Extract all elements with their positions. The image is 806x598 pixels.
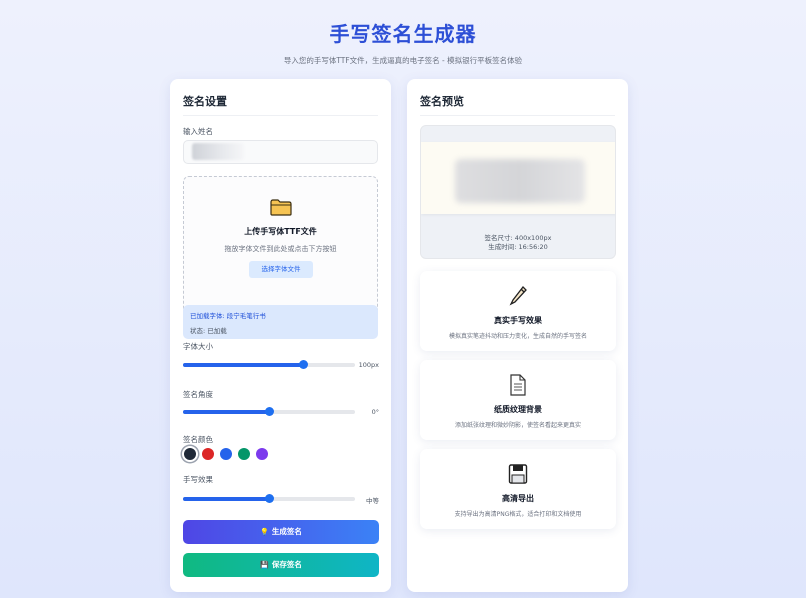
- choose-font-button[interactable]: 选择字体文件: [249, 261, 313, 278]
- slider-fill: [183, 410, 269, 414]
- signature-preview: 签名尺寸: 400x100px 生成时间: 16:56:20: [420, 125, 616, 259]
- angle-value: 0°: [371, 408, 379, 416]
- name-label: 输入姓名: [183, 127, 213, 136]
- generate-signature-button[interactable]: 💡 生成签名: [183, 520, 379, 544]
- slider-thumb[interactable]: [265, 407, 274, 416]
- color-swatch[interactable]: [256, 448, 268, 460]
- effect-label: 手写效果: [183, 475, 213, 484]
- bulb-icon: 💡: [260, 528, 269, 536]
- loaded-font-text: 已加载字体: 段宁毛笔行书: [190, 312, 266, 320]
- upload-title: 上传手写体TTF文件: [244, 227, 317, 236]
- preview-card: 签名预览 签名尺寸: 400x100px 生成时间: 16:56:20 真实手写…: [407, 79, 628, 592]
- color-label: 签名颜色: [183, 435, 213, 444]
- preview-meta: 签名尺寸: 400x100px 生成时间: 16:56:20: [421, 234, 615, 252]
- settings-title: 签名设置: [183, 95, 227, 108]
- document-icon: [510, 374, 526, 396]
- name-value-blurred: [192, 143, 244, 160]
- feature-title: 高清导出: [502, 494, 534, 503]
- font-size-label: 字体大小: [183, 342, 213, 351]
- feature-card-paper: 纸质纹理背景 添加纸张纹理和微妙阴影，使签名看起来更真实: [420, 360, 616, 440]
- save-label: 保存签名: [271, 560, 302, 569]
- angle-label: 签名角度: [183, 390, 213, 399]
- slider-thumb[interactable]: [299, 360, 309, 369]
- folder-icon: [270, 199, 292, 216]
- save-signature-button[interactable]: 💾 保存签名: [183, 553, 379, 577]
- generate-label: 生成签名: [271, 527, 302, 536]
- color-swatch[interactable]: [238, 448, 250, 460]
- font-size-slider[interactable]: [183, 360, 355, 369]
- page-subtitle: 导入您的手写体TTF文件，生成逼真的电子签名 - 模拟银行平板签名体验: [283, 56, 523, 65]
- preview-title: 签名预览: [420, 95, 464, 108]
- generated-time: 生成时间: 16:56:20: [488, 243, 548, 251]
- slider-fill: [183, 363, 304, 367]
- feature-card-export: 高清导出 支持导出为高清PNG格式，适合打印和文档使用: [420, 449, 616, 529]
- save-icon: 💾: [260, 561, 269, 569]
- color-swatch[interactable]: [184, 448, 196, 460]
- feature-title: 纸质纹理背景: [494, 405, 542, 414]
- feature-desc: 添加纸张纹理和微妙阴影，使签名看起来更真实: [454, 422, 581, 429]
- color-swatch[interactable]: [202, 448, 214, 460]
- page-header: 手写签名生成器 导入您的手写体TTF文件，生成逼真的电子签名 - 模拟银行平板签…: [0, 18, 806, 66]
- feature-desc: 支持导出为高清PNG格式，适合打印和文档使用: [454, 511, 582, 518]
- font-status-box: 已加载字体: 段宁毛笔行书 状态: 已加载: [183, 305, 378, 339]
- slider-thumb[interactable]: [265, 494, 274, 503]
- effect-value: 中等: [366, 497, 379, 505]
- settings-card: 签名设置 输入姓名 上传手写体TTF文件 拖放字体文件到此处或点击下方按钮 选择…: [170, 79, 391, 592]
- upload-hint: 拖放字体文件到此处或点击下方按钮: [224, 245, 337, 253]
- effect-slider[interactable]: [183, 494, 355, 503]
- divider: [420, 115, 615, 116]
- signature-image-blurred: [455, 159, 585, 203]
- floppy-icon: [508, 464, 528, 484]
- page-title: 手写签名生成器: [329, 22, 477, 46]
- color-swatch[interactable]: [220, 448, 232, 460]
- font-status-text: 状态: 已加载: [190, 327, 227, 335]
- pen-icon: [509, 286, 527, 306]
- signature-size: 签名尺寸: 400x100px: [484, 234, 552, 242]
- feature-desc: 模拟真实笔迹抖动和压力变化，生成自然的手写签名: [448, 333, 587, 340]
- angle-slider[interactable]: [183, 407, 355, 416]
- divider: [183, 115, 378, 116]
- font-size-value: 100px: [358, 361, 379, 369]
- font-upload-dropzone[interactable]: 上传手写体TTF文件 拖放字体文件到此处或点击下方按钮 选择字体文件: [183, 176, 378, 321]
- feature-card-handwriting: 真实手写效果 模拟真实笔迹抖动和压力变化，生成自然的手写签名: [420, 271, 616, 351]
- slider-fill: [183, 497, 269, 501]
- feature-title: 真实手写效果: [494, 316, 542, 325]
